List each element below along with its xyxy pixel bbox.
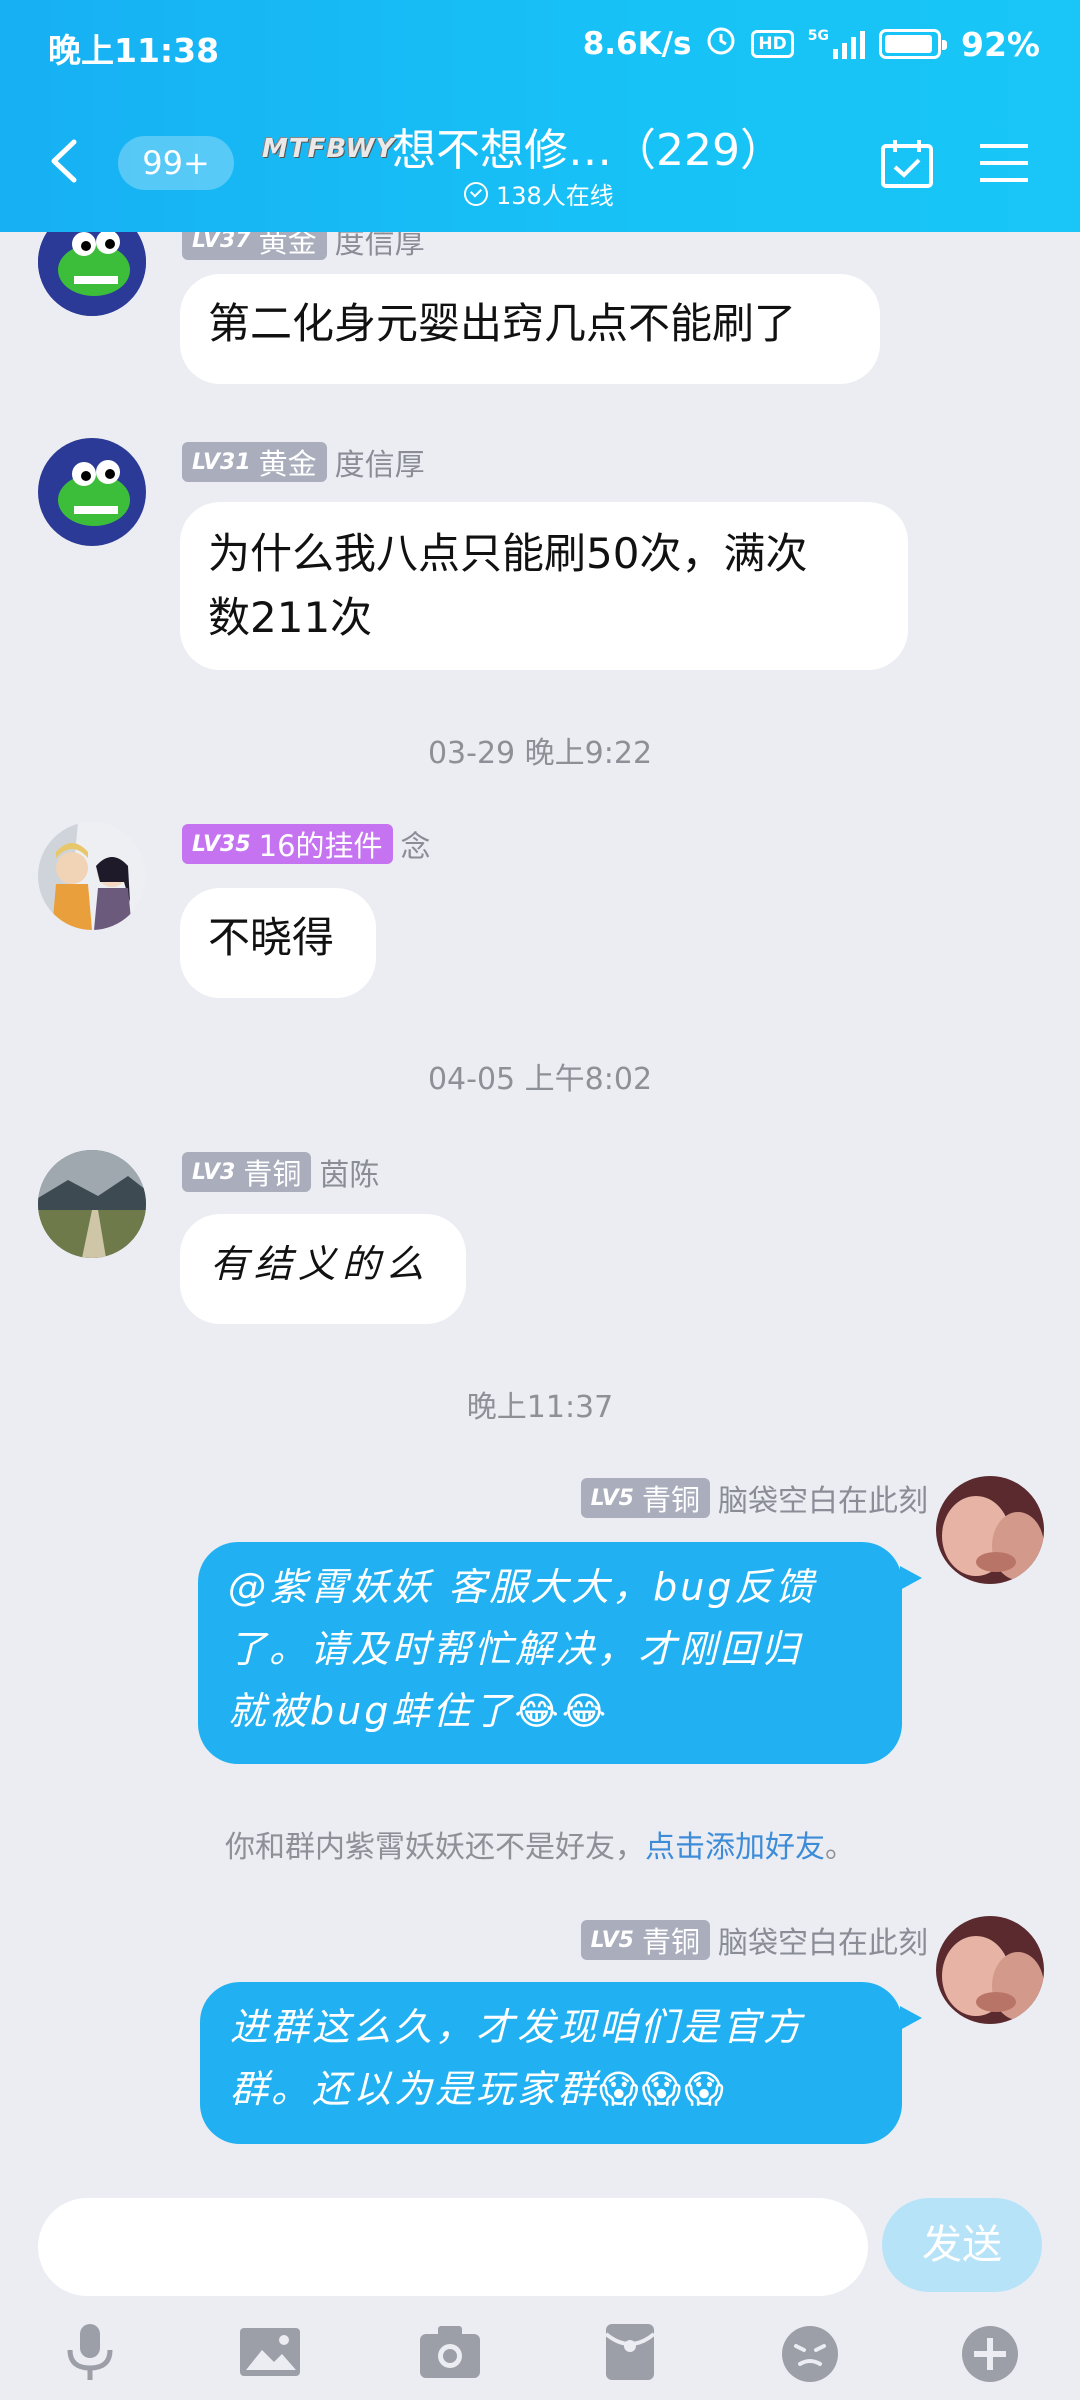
emoji-icon[interactable]: [778, 2320, 842, 2384]
level-badge: LV3 青铜: [182, 1152, 312, 1192]
level-number: LV31: [192, 449, 251, 475]
online-check-icon: [464, 181, 488, 206]
sender-nickname[interactable]: 茵陈: [319, 1150, 379, 1194]
level-number: LV5: [590, 1927, 634, 1953]
message-timestamp: 03-29 晚上9:22: [427, 736, 653, 771]
image-icon[interactable]: [238, 2320, 302, 2384]
message-text-line: 了。请及时帮忙解决，才刚回归: [228, 1627, 803, 1671]
sender-nickname[interactable]: 脑袋空白在此刻: [718, 1918, 928, 1962]
level-number: LV35: [192, 831, 251, 857]
battery-level: 92%: [961, 24, 1040, 64]
scream-emoji: 😱😱😱: [599, 2067, 727, 2111]
level-rank: 16的挂件: [258, 829, 383, 863]
message-input[interactable]: [38, 2198, 868, 2296]
avatar[interactable]: [936, 1476, 1044, 1584]
status-bar: 晚上11:38 8.6K/s HD 5G 92%: [0, 0, 1080, 90]
message-bubble[interactable]: 不晓得: [180, 888, 376, 998]
battery-icon: [879, 29, 947, 59]
avatar[interactable]: [38, 822, 146, 930]
message-text: 有结义的么: [210, 1242, 431, 1286]
avatar[interactable]: [936, 1916, 1044, 2024]
message-text-line: 群。还以为是玩家群: [230, 2067, 600, 2111]
alarm-icon: [705, 24, 737, 64]
notice-text: 你和群内紫霄妖妖还不是好友，: [225, 1830, 645, 1865]
chat-header: 晚上11:38 8.6K/s HD 5G 92% 99+ MTFBWY 想不想修…: [0, 0, 1080, 232]
level-rank: 青铜: [641, 1925, 700, 1959]
online-text: 138人在线: [496, 182, 614, 210]
chat-toolbar: [0, 2320, 1080, 2400]
camera-icon[interactable]: [418, 2320, 482, 2384]
level-badge: LV35 16的挂件: [182, 824, 393, 864]
signal-icon: 5G: [808, 29, 865, 59]
message-bubble[interactable]: @紫霄妖妖 客服大大，bug反馈 了。请及时帮忙解决，才刚回归 就被bug蚌住了…: [198, 1542, 902, 1764]
level-badge: LV31 黄金: [182, 442, 327, 482]
message-timestamp: 晚上11:37: [466, 1390, 614, 1425]
message-text-line: 数211次: [208, 593, 373, 642]
message-bubble[interactable]: 进群这么久，才发现咱们是官方 群。还以为是玩家群😱😱😱: [200, 1982, 902, 2144]
sender-nickname[interactable]: 念: [401, 822, 431, 866]
message-text-line: 就被bug蚌住了: [228, 1689, 515, 1733]
level-rank: 青铜: [243, 1157, 302, 1191]
level-badge: LV5 青铜: [580, 1478, 710, 1518]
message-text: 不晓得: [208, 913, 335, 962]
group-title[interactable]: 想不想修…（229）: [392, 114, 784, 178]
message-text-line: 进群这么久，才发现咱们是官方: [230, 2005, 805, 2049]
sender-nickname[interactable]: 度信厚: [335, 440, 425, 484]
avatar[interactable]: [38, 438, 146, 546]
menu-icon[interactable]: [980, 142, 1028, 184]
level-rank: 黄金: [258, 447, 317, 481]
level-number: LV5: [590, 1485, 634, 1511]
avatar[interactable]: [38, 1150, 146, 1258]
message-bubble[interactable]: 有结义的么: [180, 1214, 466, 1324]
chat-message-list[interactable]: LV37 黄金 度信厚 第二化身元婴出窍几点不能刷了 LV31 黄金 度信厚 为什么…: [0, 0, 1080, 2190]
laugh-cry-emoji: 😂😂: [514, 1689, 610, 1733]
online-count[interactable]: 138人在线: [464, 176, 614, 211]
network-speed: 8.6K/s: [582, 26, 692, 62]
message-bubble[interactable]: 为什么我八点只能刷50次，满次 数211次: [180, 502, 908, 670]
bubble-tail: [900, 2006, 922, 2030]
nav-bar: 99+ MTFBWY 想不想修…（229） 138人在线: [0, 100, 1080, 232]
calendar-check-icon[interactable]: [880, 138, 934, 190]
level-number: LV3: [192, 1159, 236, 1185]
add-friend-link[interactable]: 点击添加好友: [645, 1830, 825, 1865]
notice-suffix: 。: [825, 1830, 855, 1865]
group-tag: MTFBWY: [262, 134, 396, 164]
message-text-line: @紫霄妖妖 客服大大，bug反馈: [228, 1565, 817, 1609]
sender-nickname[interactable]: 脑袋空白在此刻: [718, 1476, 928, 1520]
network-type: 5G: [807, 28, 829, 44]
plus-icon[interactable]: [958, 2320, 1022, 2384]
level-badge: LV5 青铜: [580, 1920, 710, 1960]
red-packet-icon[interactable]: [598, 2320, 662, 2384]
send-button[interactable]: 发送: [882, 2198, 1042, 2292]
hd-indicator: HD: [751, 30, 794, 58]
bubble-tail: [900, 1566, 922, 1590]
message-bubble[interactable]: 第二化身元婴出窍几点不能刷了: [180, 274, 880, 384]
message-timestamp: 04-05 上午8:02: [427, 1062, 653, 1097]
message-text: 第二化身元婴出窍几点不能刷了: [208, 299, 797, 348]
status-time: 晚上11:38: [48, 31, 220, 70]
back-icon[interactable]: [44, 136, 84, 186]
message-text-line: 为什么我八点只能刷50次，满次: [208, 529, 808, 578]
friend-notice: 你和群内紫霄妖妖还不是好友，点击添加好友。: [0, 1822, 1080, 1866]
level-rank: 青铜: [641, 1483, 700, 1517]
input-area: 发送: [0, 2190, 1080, 2400]
microphone-icon[interactable]: [58, 2320, 122, 2384]
unread-badge[interactable]: 99+: [118, 136, 234, 190]
